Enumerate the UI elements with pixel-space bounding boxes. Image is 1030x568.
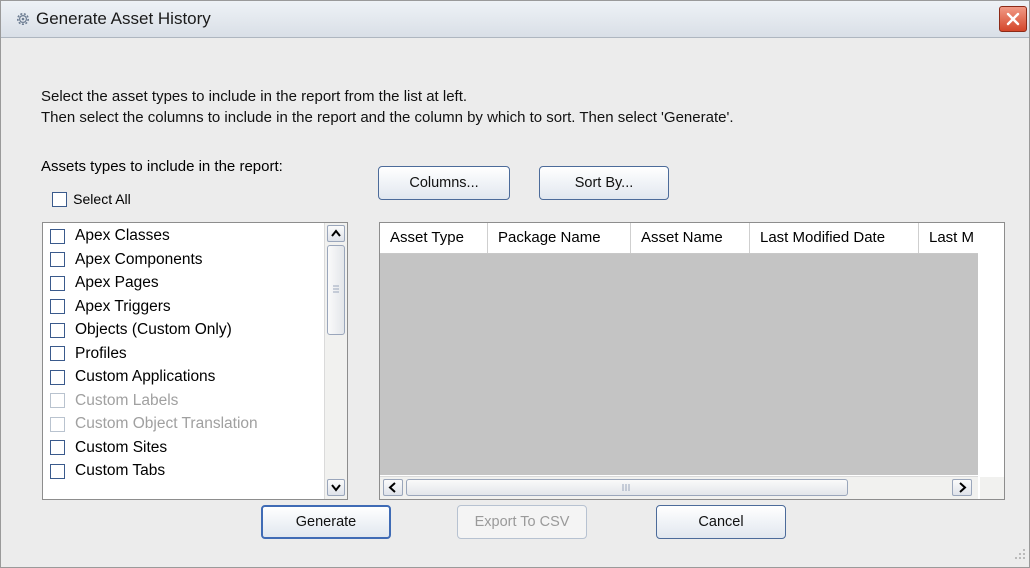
assets-types-label: Assets types to include in the report:	[41, 158, 283, 175]
sort-by-button[interactable]: Sort By...	[539, 166, 669, 200]
asset-type-label: Custom Labels	[75, 391, 179, 409]
asset-type-checkbox	[50, 416, 65, 432]
asset-type-item[interactable]: Profiles	[50, 345, 127, 367]
asset-history-table[interactable]: Asset Type Package Name Asset Name Last …	[379, 222, 1005, 500]
table-header: Asset Type Package Name Asset Name Last …	[380, 223, 978, 254]
asset-type-label: Custom Tabs	[75, 462, 166, 480]
asset-type-checkbox[interactable]	[50, 369, 65, 385]
generate-button[interactable]: Generate	[261, 505, 391, 539]
column-header-asset-name[interactable]: Asset Name	[631, 223, 750, 253]
scroll-up-button[interactable]	[327, 225, 345, 242]
grip-lines-icon	[333, 285, 339, 293]
column-header-asset-type[interactable]: Asset Type	[380, 223, 488, 253]
asset-type-item[interactable]: Custom Tabs	[50, 462, 165, 484]
asset-type-checkbox	[50, 393, 65, 409]
asset-type-checkbox[interactable]	[50, 346, 65, 362]
asset-type-item[interactable]: Custom Applications	[50, 368, 215, 390]
scroll-right-button[interactable]	[952, 479, 972, 496]
close-button[interactable]	[999, 6, 1027, 32]
asset-type-item[interactable]: Apex Classes	[50, 227, 170, 249]
asset-type-label: Custom Applications	[75, 368, 216, 386]
asset-type-item: Custom Labels	[50, 392, 178, 414]
asset-type-checkbox[interactable]	[50, 252, 65, 268]
asset-type-label: Custom Object Translation	[75, 415, 258, 433]
chevron-left-icon	[388, 482, 396, 493]
select-all-box[interactable]	[52, 191, 67, 207]
column-header-package-name[interactable]: Package Name	[488, 223, 631, 253]
asset-type-label: Objects (Custom Only)	[75, 321, 232, 339]
close-icon	[1006, 12, 1020, 26]
asset-type-item[interactable]: Objects (Custom Only)	[50, 321, 232, 343]
instruction-line-2: Then select the columns to include in th…	[41, 109, 734, 126]
asset-type-label: Profiles	[75, 344, 127, 362]
chevron-down-icon	[331, 484, 341, 492]
instruction-line-1: Select the asset types to include in the…	[41, 88, 468, 105]
asset-type-checkbox[interactable]	[50, 463, 65, 479]
select-all-label: Select All	[73, 191, 131, 208]
asset-type-label: Apex Triggers	[75, 297, 171, 315]
table-scroll-thumb[interactable]	[406, 479, 848, 496]
asset-type-label: Apex Classes	[75, 227, 170, 245]
asset-type-label: Apex Components	[75, 250, 203, 268]
table-body-empty	[380, 254, 978, 475]
export-to-csv-button: Export To CSV	[457, 505, 587, 539]
table-horizontal-scrollbar[interactable]	[380, 476, 978, 499]
resize-grip-icon[interactable]	[1014, 547, 1026, 564]
asset-type-checkbox[interactable]	[50, 275, 65, 291]
asset-type-label: Custom Sites	[75, 438, 168, 456]
scroll-corner	[980, 477, 1004, 499]
grip-lines-icon	[622, 484, 630, 491]
asset-type-item[interactable]: Apex Components	[50, 251, 203, 273]
scroll-down-button[interactable]	[327, 479, 345, 496]
cancel-button[interactable]: Cancel	[656, 505, 786, 539]
title-bar[interactable]: Generate Asset History	[1, 1, 1029, 38]
asset-type-item[interactable]: Apex Pages	[50, 274, 159, 296]
select-all-checkbox[interactable]: Select All	[52, 190, 131, 210]
asset-type-checkbox[interactable]	[50, 440, 65, 456]
asset-type-label: Apex Pages	[75, 274, 159, 292]
column-header-last-modified-partial[interactable]: Last M	[919, 223, 978, 253]
asset-type-list[interactable]: Apex Classes Apex Components Apex Pages Ape…	[42, 222, 348, 500]
list-vertical-scrollbar[interactable]	[324, 223, 347, 499]
column-header-last-modified-date[interactable]: Last Modified Date	[750, 223, 919, 253]
list-scroll-thumb[interactable]	[327, 245, 345, 335]
asset-type-checkbox[interactable]	[50, 228, 65, 244]
asset-type-checkbox[interactable]	[50, 299, 65, 315]
window-title: Generate Asset History	[36, 9, 211, 28]
gear-icon	[15, 11, 31, 27]
asset-type-item: Custom Object Translation	[50, 415, 258, 437]
asset-type-checkbox[interactable]	[50, 322, 65, 338]
dialog-window: Generate Asset History Select the asset …	[0, 0, 1030, 568]
table-vertical-gutter	[980, 223, 1004, 475]
dialog-content: Select the asset types to include in the…	[1, 38, 1029, 567]
asset-type-item[interactable]: Apex Triggers	[50, 298, 171, 320]
columns-button[interactable]: Columns...	[378, 166, 510, 200]
chevron-up-icon	[331, 229, 341, 237]
scroll-left-button[interactable]	[383, 479, 403, 496]
asset-type-item[interactable]: Custom Sites	[50, 439, 167, 461]
chevron-right-icon	[959, 482, 967, 493]
